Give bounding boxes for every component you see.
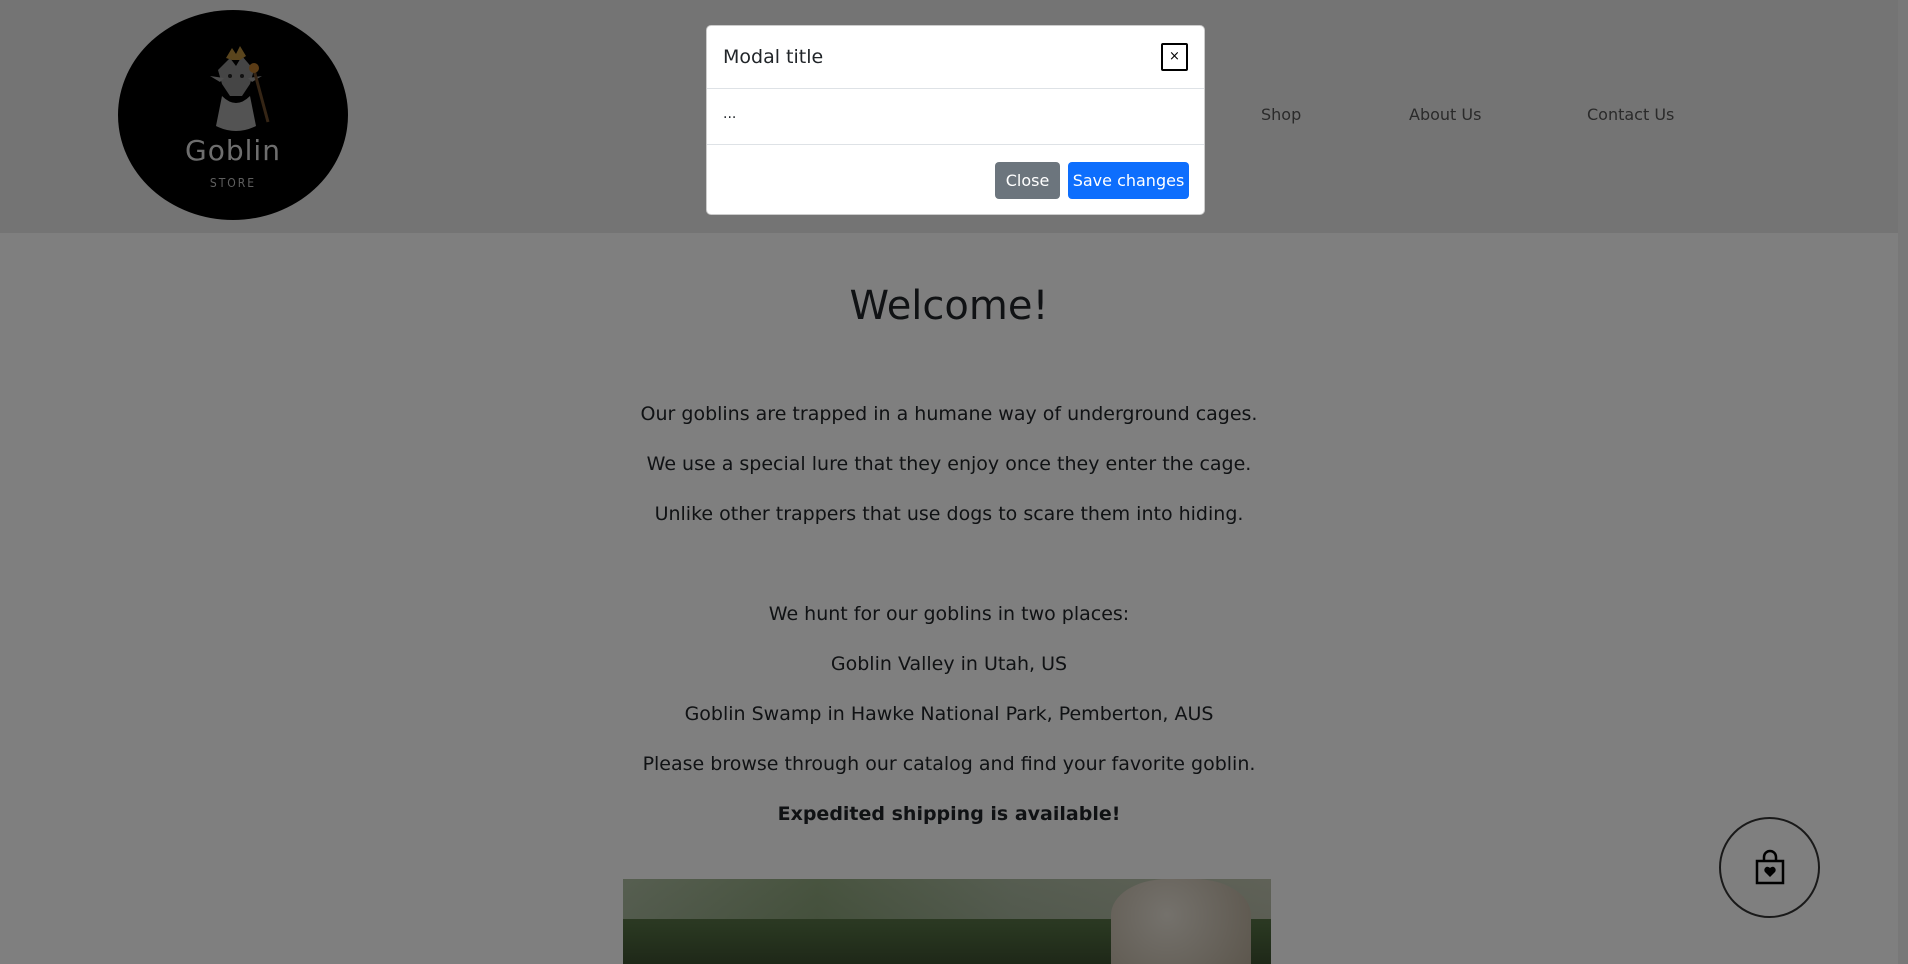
close-button[interactable]: Close: [995, 162, 1060, 199]
modal-footer: Close Save changes: [707, 144, 1204, 216]
modal-title: Modal title: [723, 46, 824, 68]
modal-close-icon[interactable]: ×: [1161, 43, 1188, 71]
modal-body: ...: [723, 106, 737, 122]
save-changes-button[interactable]: Save changes: [1068, 162, 1189, 199]
modal-dialog: Modal title × ... Close Save changes: [706, 25, 1205, 215]
modal-header: Modal title ×: [707, 26, 1204, 89]
